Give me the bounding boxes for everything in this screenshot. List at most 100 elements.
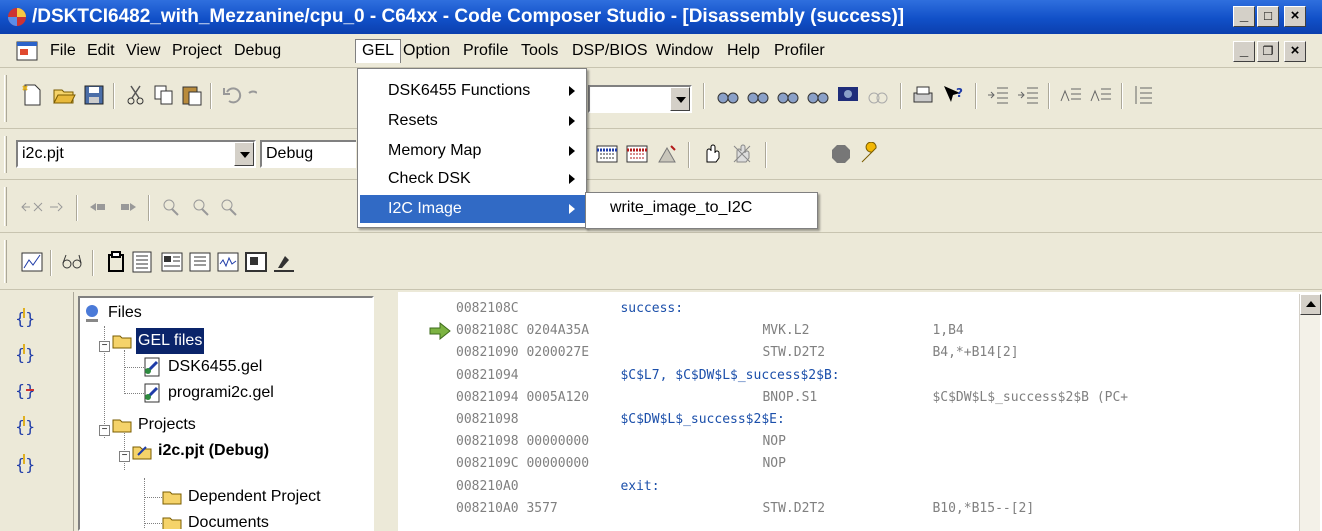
minimize-button[interactable]: _ (1233, 6, 1255, 27)
child-close-button[interactable]: × (1284, 41, 1306, 62)
new-file-icon[interactable] (20, 83, 44, 107)
profiler-clock-icon[interactable] (272, 250, 296, 274)
close-button[interactable]: × (1284, 6, 1306, 27)
indent-icon[interactable] (986, 83, 1010, 107)
opcode: 00000000 (526, 456, 590, 471)
collapse-project-toggle[interactable]: − (119, 451, 130, 462)
find-in-files-icon[interactable] (806, 83, 830, 107)
context-help-icon[interactable]: ? (941, 83, 965, 107)
menu-debug[interactable]: Debug (228, 39, 287, 63)
probe-point-icon[interactable] (829, 142, 853, 166)
assembly-step-icon[interactable]: {} (12, 452, 36, 476)
toolbar-grip[interactable] (4, 187, 7, 226)
glasses-watch-icon[interactable] (60, 250, 84, 274)
paste-icon[interactable] (180, 83, 204, 107)
menu-edit[interactable]: Edit (81, 39, 121, 63)
copy-icon[interactable] (152, 83, 176, 107)
uncomment-icon[interactable] (1089, 83, 1113, 107)
gel-menu-dsk6455-functions[interactable]: DSK6455 Functions (360, 77, 585, 105)
source-window-icon[interactable] (188, 250, 212, 274)
open-file-icon[interactable] (52, 83, 76, 107)
pane-splitter[interactable] (378, 292, 398, 531)
find-binoculars-icon[interactable] (716, 83, 740, 107)
menu-window[interactable]: Window (650, 39, 719, 63)
left-debug-toolbar: {} {} {} {} {} (0, 292, 74, 531)
graph-window-icon[interactable] (20, 250, 44, 274)
disassembly-window-icon[interactable] (160, 250, 184, 274)
rebuild-all-icon[interactable] (625, 142, 649, 166)
project-select[interactable]: i2c.pjt (16, 140, 256, 168)
menu-tools[interactable]: Tools (515, 39, 564, 63)
disassembly-instruction-line[interactable]: 008210A0 3577 STW.D2T2 B10,*B15--[2] (456, 498, 1034, 520)
find-next-icon[interactable] (746, 83, 770, 107)
disassembly-label-line[interactable]: 00821098 $C$DW$L$_success$2$E: (456, 409, 785, 431)
gel-menu-check-dsk[interactable]: Check DSK (360, 165, 585, 193)
image-window-icon[interactable] (244, 250, 268, 274)
collapse-projects-toggle[interactable]: − (99, 425, 110, 436)
scroll-up-button[interactable] (1300, 294, 1321, 315)
step-out-source-icon[interactable]: {} (12, 378, 36, 402)
chevron-down-icon[interactable] (234, 142, 254, 166)
memory-window-icon[interactable] (104, 250, 128, 274)
save-icon[interactable] (82, 83, 106, 107)
run-to-cursor-icon[interactable]: {} (12, 414, 36, 438)
gel-menu-i2c-image[interactable]: I2C Image (360, 195, 585, 223)
config-select[interactable]: Debug (260, 140, 356, 168)
menu-dspbios[interactable]: DSP/BIOS (566, 39, 654, 63)
stop-build-icon[interactable] (655, 142, 679, 166)
mnemonic: NOP (762, 456, 786, 471)
step-into-icon[interactable]: {} (12, 306, 36, 330)
find-combo[interactable] (588, 85, 692, 113)
operands: B10,*B15--[2] (932, 501, 1035, 516)
toggle-breakpoint-hand-icon[interactable] (700, 142, 724, 166)
comment-icon[interactable] (1059, 83, 1083, 107)
menu-help[interactable]: Help (721, 39, 766, 63)
disassembly-instruction-line[interactable]: 0082108C 0204A35A MVK.L2 1,B4 (456, 320, 964, 342)
step-over-source-icon[interactable]: {} (12, 342, 36, 366)
chevron-down-icon[interactable] (670, 87, 690, 111)
address: 0082109C (456, 456, 519, 471)
bookmark-icon[interactable] (836, 83, 860, 107)
build-icon[interactable] (595, 142, 619, 166)
submenu-write-image-to-i2c[interactable]: write_image_to_I2C (610, 199, 752, 217)
disassembly-instruction-line[interactable]: 00821094 0005A120 BNOP.S1 $C$DW$L$_success… (456, 387, 1128, 409)
format-icon[interactable] (1132, 83, 1156, 107)
find-previous-icon[interactable] (776, 83, 800, 107)
remove-breakpoints-icon[interactable] (730, 142, 754, 166)
code-label: $C$L7, $C$DW$L$_success$2$B: (620, 368, 840, 383)
document-system-icon[interactable] (16, 41, 38, 61)
menu-profiler[interactable]: Profiler (768, 39, 831, 63)
disassembly-label-line[interactable]: 00821094 $C$L7, $C$DW$L$_success$2$B: (456, 365, 840, 387)
menu-profile[interactable]: Profile (457, 39, 514, 63)
disassembly-instruction-line[interactable]: 00821098 00000000 NOP (456, 431, 932, 453)
toolbar-grip[interactable] (4, 136, 7, 173)
child-restore-button[interactable]: ❐ (1257, 41, 1279, 62)
child-minimize-button[interactable]: _ (1233, 41, 1255, 62)
menu-file[interactable]: File (44, 39, 82, 63)
time-frequency-graph-icon[interactable] (216, 250, 240, 274)
vertical-scrollbar[interactable] (1299, 294, 1321, 531)
project-tree[interactable]: − − − Files GEL files DSK6455.gel progra… (78, 296, 374, 531)
disassembly-instruction-line[interactable]: 0082109C 00000000 NOP (456, 453, 932, 475)
ccs-app-icon[interactable] (6, 6, 28, 28)
disassembly-label-line[interactable]: 008210A0 exit: (456, 476, 660, 498)
undo-icon[interactable] (221, 83, 245, 107)
disassembly-instruction-line[interactable]: 00821090 0200027E STW.D2T2 B4,*+B14[2] (456, 342, 1019, 364)
toolbar-grip[interactable] (4, 75, 7, 122)
menu-view[interactable]: View (120, 39, 166, 63)
print-icon[interactable] (911, 83, 935, 107)
outdent-icon[interactable] (1016, 83, 1040, 107)
cut-icon[interactable] (124, 83, 148, 107)
maximize-button[interactable]: □ (1257, 6, 1279, 27)
gel-menu-memory-map[interactable]: Memory Map (360, 137, 585, 165)
collapse-gel-files-toggle[interactable]: − (99, 341, 110, 352)
menu-option[interactable]: Option (397, 39, 456, 63)
disassembly-label-line[interactable]: 0082108C success: (456, 298, 683, 320)
toolbar-grip[interactable] (4, 240, 7, 283)
redo-icon[interactable] (247, 83, 257, 107)
menu-gel[interactable]: GEL (355, 39, 402, 63)
wrench-icon[interactable] (858, 142, 882, 166)
registers-window-icon[interactable] (130, 250, 154, 274)
menu-project[interactable]: Project (166, 39, 228, 63)
gel-menu-resets[interactable]: Resets (360, 107, 585, 135)
